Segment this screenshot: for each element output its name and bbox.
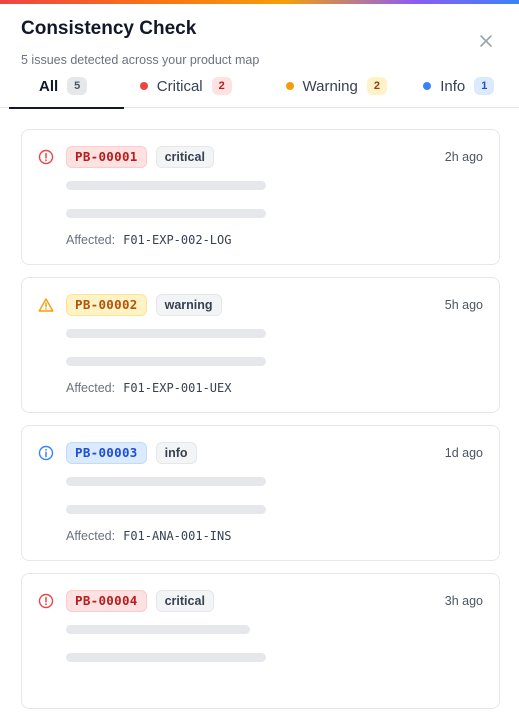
warning-dot-icon [285,82,294,90]
dialog-title: Consistency Check [21,18,197,39]
dialog-header: Consistency Check 5 issues detected acro… [0,4,519,67]
loading-placeholder [66,181,266,190]
tab-warning-label: Warning [302,77,358,95]
issue-card[interactable]: PB-00003 info 1d ago Affected: F01-ANA-0… [21,425,500,561]
tab-critical-label: Critical [156,77,203,95]
tab-all-label: All [39,77,59,95]
alert-circle-icon [38,149,54,165]
tab-warning-count: 2 [366,77,387,95]
loading-placeholder [66,625,250,634]
tab-critical-count: 2 [211,77,232,95]
affected-label: Affected: [66,529,116,543]
affected-row: Affected: F01-EXP-002-LOG [66,233,231,247]
issue-timestamp: 2h ago [444,150,483,164]
tab-info-label: Info [440,77,466,95]
affected-row: Affected: F01-ANA-001-INS [66,529,231,543]
issue-id-badge: PB-00004 [66,590,147,612]
loading-placeholder [66,357,266,366]
issue-id-badge: PB-00001 [66,146,147,168]
tab-all[interactable]: All 5 [9,64,124,109]
filter-tabs: All 5 Critical 2 Warning 2 Info 1 [0,64,519,109]
issue-timestamp: 3h ago [444,594,483,608]
info-dot-icon [423,82,432,90]
alert-triangle-icon [38,298,54,312]
affected-node-id[interactable]: F01-ANA-001-INS [123,529,231,543]
loading-placeholder [66,477,266,486]
issue-timestamp: 1d ago [444,446,483,460]
affected-node-id[interactable]: F01-EXP-001-UEX [123,381,231,395]
tab-critical[interactable]: Critical 2 [124,64,266,108]
issue-card[interactable]: PB-00002 warning 5h ago Affected: F01-EX… [21,277,500,413]
alert-circle-icon [38,593,54,609]
tab-info[interactable]: Info 1 [409,64,519,108]
loading-placeholder [66,209,266,218]
issue-card[interactable]: PB-00001 critical 2h ago Affected: F01-E… [21,129,500,265]
severity-badge: critical [155,146,214,168]
severity-badge: critical [155,590,214,612]
issue-timestamp: 5h ago [444,298,483,312]
issue-list: PB-00001 critical 2h ago Affected: F01-E… [21,129,500,721]
loading-placeholder [66,653,266,662]
affected-node-id[interactable]: F01-EXP-002-LOG [123,233,231,247]
issue-id-badge: PB-00002 [66,294,147,316]
close-icon [480,35,492,47]
tab-info-count: 1 [474,77,495,95]
affected-label: Affected: [66,233,116,247]
info-circle-icon [38,445,54,461]
critical-dot-icon [139,82,148,90]
affected-label: Affected: [66,381,116,395]
affected-row: Affected: F01-EXP-001-UEX [66,381,231,395]
severity-badge: info [155,442,197,464]
issue-id-badge: PB-00003 [66,442,147,464]
loading-placeholder [66,329,266,338]
tab-warning[interactable]: Warning 2 [266,64,410,108]
issue-card[interactable]: PB-00004 critical 3h ago [21,573,500,709]
severity-badge: warning [155,294,222,316]
close-button[interactable] [477,32,495,50]
loading-placeholder [66,505,266,514]
tab-all-count: 5 [67,77,88,95]
